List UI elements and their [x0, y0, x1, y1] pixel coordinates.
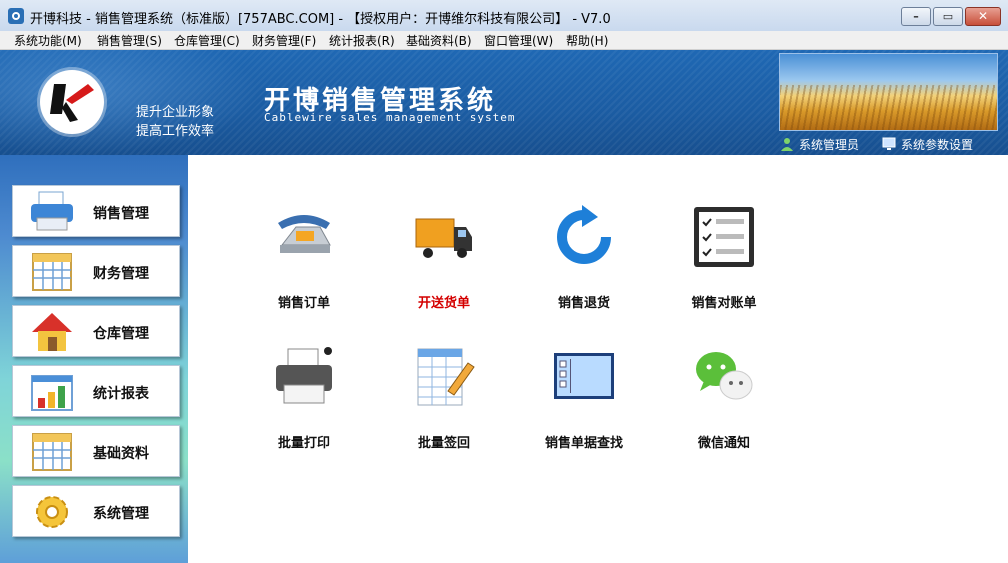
tile-label: 销售单据查找	[544, 436, 623, 451]
slogan-line-1: 提升企业形象	[136, 105, 215, 120]
menu-basic-data[interactable]: 基础资料(B)	[406, 32, 472, 49]
tile-batch-signback[interactable]: 批量签回	[374, 345, 514, 465]
sidebar-item-finance[interactable]: 财务管理	[12, 245, 180, 297]
calendar-grid-icon	[32, 253, 72, 291]
slogan-line-2: 提高工作效率	[136, 124, 215, 139]
menu-bar: 系统功能(M) 销售管理(S) 仓库管理(C) 财务管理(F) 统计报表(R) …	[0, 31, 1008, 50]
company-logo	[40, 70, 104, 134]
system-admin-label: 系统管理员	[799, 138, 860, 152]
printer-icon	[31, 191, 73, 231]
sidebar-item-label: 系统管理	[93, 506, 149, 522]
sidebar-item-reports[interactable]: 统计报表	[12, 365, 180, 417]
close-icon: ✕	[977, 9, 989, 23]
minimize-button[interactable]: –	[901, 7, 931, 26]
monitor-icon	[882, 137, 896, 150]
wheat-field-image	[779, 53, 998, 131]
menu-window[interactable]: 窗口管理(W)	[484, 32, 553, 49]
house-icon	[32, 313, 72, 351]
maximize-icon: ▭	[942, 10, 954, 23]
tile-label: 批量签回	[417, 436, 470, 451]
tile-label: 销售退货	[557, 296, 610, 311]
tile-label: 微信通知	[697, 436, 750, 451]
minimize-icon: –	[913, 10, 919, 23]
tile-sales-return[interactable]: 销售退货	[514, 205, 654, 325]
menu-warehouse[interactable]: 仓库管理(C)	[174, 32, 240, 49]
printer-icon	[276, 347, 332, 404]
tile-label: 销售订单	[277, 296, 330, 311]
tile-label: 销售对账单	[691, 296, 757, 311]
spreadsheet-pencil-icon	[417, 348, 475, 406]
maximize-button[interactable]: ▭	[933, 7, 963, 26]
sidebar-item-label: 基础资料	[93, 446, 149, 462]
menu-reports[interactable]: 统计报表(R)	[329, 32, 395, 49]
menu-sales[interactable]: 销售管理(S)	[97, 32, 162, 49]
app-icon	[8, 8, 24, 24]
telephone-icon	[278, 215, 331, 253]
sidebar-item-label: 财务管理	[93, 266, 149, 282]
close-button[interactable]: ✕	[965, 7, 1001, 26]
tile-label: 开送货单	[417, 296, 470, 311]
tile-wechat-notify[interactable]: 微信通知	[654, 345, 794, 465]
tile-sales-statement[interactable]: 销售对账单	[654, 205, 794, 325]
system-admin-link[interactable]: 系统管理员	[780, 136, 870, 152]
banner-decoration	[0, 50, 260, 155]
title-bar: 开博科技 - 销售管理系统（标准版）[757ABC.COM] - 【授权用户：开…	[0, 0, 1008, 32]
checklist-icon	[694, 207, 754, 267]
sidebar-item-sales[interactable]: 销售管理	[12, 185, 180, 237]
system-settings-label: 系统参数设置	[901, 138, 974, 152]
truck-icon	[415, 218, 472, 258]
sidebar-item-warehouse[interactable]: 仓库管理	[12, 305, 180, 357]
menu-finance[interactable]: 财务管理(F)	[252, 32, 316, 49]
sidebar-item-label: 销售管理	[93, 206, 149, 222]
sidebar-item-label: 仓库管理	[93, 326, 149, 342]
tile-sales-doc-search[interactable]: 销售单据查找	[514, 345, 654, 465]
calendar-grid-icon	[32, 433, 72, 471]
tile-batch-print[interactable]: 批量打印	[234, 345, 374, 465]
tile-delivery-note[interactable]: 开送货单	[374, 205, 514, 325]
refresh-arrow-icon	[557, 205, 611, 264]
main-panel: 销售订单 开送货单 销售退货 销售对账单 批量打印 批量签回 销售单据查找 微信…	[188, 155, 1008, 563]
sidebar-item-label: 统计报表	[93, 386, 149, 402]
sidebar: 销售管理 财务管理 仓库管理 统计报表 基础资料 系统管理	[0, 155, 188, 563]
wechat-icon	[696, 352, 753, 400]
menu-system[interactable]: 系统功能(M)	[14, 32, 82, 49]
sidebar-item-system[interactable]: 系统管理	[12, 485, 180, 537]
app-banner-subtitle: Cablewire sales management system	[264, 111, 516, 124]
user-icon	[781, 138, 793, 151]
window-title: 开博科技 - 销售管理系统（标准版）[757ABC.COM] - 【授权用户：开…	[30, 12, 611, 27]
tile-sales-order[interactable]: 销售订单	[234, 205, 374, 325]
window-list-icon	[554, 353, 614, 399]
tile-label: 批量打印	[277, 436, 330, 451]
sidebar-item-basic-data[interactable]: 基础资料	[12, 425, 180, 477]
gear-icon	[36, 496, 68, 528]
menu-help[interactable]: 帮助(H)	[566, 32, 608, 49]
bar-chart-icon	[31, 375, 73, 411]
system-settings-link[interactable]: 系统参数设置	[882, 136, 982, 152]
